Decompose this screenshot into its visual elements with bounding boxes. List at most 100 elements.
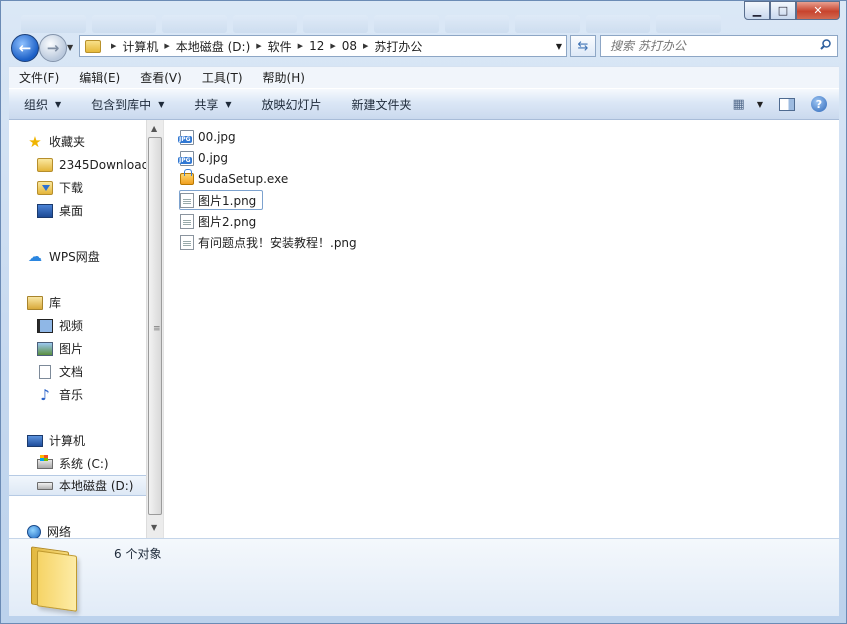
nav-label: 2345Downloads [59,157,146,172]
caption-buttons: ▁ □ ✕ [744,1,840,20]
nav-item-videos[interactable]: 视频 [37,315,83,336]
nav-scrollbar[interactable]: ▲ ≡ ▼ [146,120,163,538]
include-in-library-button[interactable]: 包含到库中 ▼ [76,96,179,113]
nav-libraries[interactable]: 库 [27,292,61,313]
minimize-button[interactable]: ▁ [744,1,770,20]
command-bar-right: ▦ ▼ ? [723,89,839,119]
breadcrumb-computer[interactable]: 计算机 [122,38,158,55]
nav-item-drive-d[interactable]: 本地磁盘 (D:) [9,475,146,496]
breadcrumb-08[interactable]: 08 [342,39,357,53]
slideshow-button[interactable]: 放映幻灯片 [247,96,337,113]
menu-file[interactable]: 文件(F) [9,69,69,86]
address-row: ← → ▼ ▶ 计算机 ▶ 本地磁盘 (D:) ▶ 软件 ▶ 12 ▶ 08 ▶… [9,31,839,62]
share-button[interactable]: 共享 ▼ [179,96,246,113]
file-name: 0.jpg [198,151,229,165]
arrow-left-icon: ← [18,39,32,57]
scrollbar-thumb[interactable]: ≡ [148,137,162,515]
nav-item-pictures[interactable]: 图片 [37,338,83,359]
library-icon [27,295,43,310]
nav-label: 网络 [47,525,72,538]
nav-label: 视频 [59,319,84,333]
folder-icon [85,39,101,53]
nav-wps-cloud[interactable]: ☁ WPS网盘 [27,246,100,267]
music-note-icon: ♪ [40,385,50,404]
grip-icon: ≡ [153,324,161,334]
organize-label: 组织 [24,97,49,112]
png-file-icon [180,234,194,250]
nav-label: 文档 [59,365,84,379]
back-button[interactable]: ← [11,34,39,62]
nav-label: 库 [49,296,62,310]
folder-large-icon [31,543,83,612]
refresh-icon: ⇆ [577,38,589,54]
breadcrumb-suda[interactable]: 苏打办公 [374,38,422,55]
menu-tools[interactable]: 工具(T) [192,69,253,86]
desktop-icon [37,203,53,218]
menu-edit[interactable]: 编辑(E) [69,69,130,86]
menu-view[interactable]: 查看(V) [130,69,192,86]
file-name: 图片1.png [198,193,257,208]
chevron-right-icon[interactable]: ▶ [111,42,116,50]
refresh-button[interactable]: ⇆ [570,35,596,57]
chevron-right-icon[interactable]: ▶ [363,42,368,50]
nav-item-music[interactable]: ♪ 音乐 [37,384,83,405]
maximize-button[interactable]: □ [770,1,796,20]
close-button[interactable]: ✕ [796,1,840,20]
nav-item-2345downloads[interactable]: 2345Downloads [37,154,146,175]
address-bar[interactable]: ▶ 计算机 ▶ 本地磁盘 (D:) ▶ 软件 ▶ 12 ▶ 08 ▶ 苏打办公 … [79,35,567,57]
scroll-down-icon[interactable]: ▼ [151,523,157,532]
file-name: SudaSetup.exe [198,172,289,186]
include-in-library-label: 包含到库中 [91,97,152,112]
document-icon [39,364,51,379]
chevron-right-icon[interactable]: ▶ [164,42,169,50]
chevron-right-icon[interactable]: ▶ [256,42,261,50]
nav-network[interactable]: 网络 [27,521,71,538]
chevron-right-icon[interactable]: ▶ [298,42,303,50]
file-item-tutorial-png[interactable]: 有问题点我！安装教程！.png [180,232,363,252]
nav-item-downloads[interactable]: 下载 [37,177,83,198]
nav-label: 下载 [59,181,84,195]
file-item-picture1-png[interactable]: 图片1.png [179,190,264,210]
downloads-folder-icon [37,180,53,195]
jpg-file-icon [178,150,194,166]
file-item-00-jpg[interactable]: 00.jpg [178,127,242,147]
view-grid-icon: ▦ [732,96,745,112]
file-name: 图片2.png [198,214,257,229]
nav-item-documents[interactable]: 文档 [37,361,83,382]
caret-down-icon: ▼ [158,99,165,109]
breadcrumb-12[interactable]: 12 [309,39,324,53]
chevron-right-icon[interactable]: ▶ [330,42,335,50]
file-item-0-jpg[interactable]: 0.jpg [178,148,234,168]
nav-label: 图片 [59,342,84,356]
star-icon: ★ [28,132,42,151]
breadcrumb-software[interactable]: 软件 [268,38,292,55]
system-drive-icon [37,454,53,469]
arrow-right-icon: → [46,39,60,57]
scroll-up-icon[interactable]: ▲ [151,124,157,133]
nav-item-drive-c[interactable]: 系统 (C:) [37,453,109,474]
search-input[interactable] [610,39,810,53]
command-bar: 组织 ▼ 包含到库中 ▼ 共享 ▼ 放映幻灯片 新建文件夹 ▦ ▼ ? [9,88,839,120]
organize-button[interactable]: 组织 ▼ [9,96,76,113]
drive-icon [37,481,53,490]
help-icon[interactable]: ? [811,96,827,112]
nav-computer[interactable]: 计算机 [27,430,85,451]
breadcrumb-drive-d[interactable]: 本地磁盘 (D:) [176,38,250,55]
new-folder-button[interactable]: 新建文件夹 [337,96,427,113]
nav-label: 本地磁盘 (D:) [59,479,134,493]
address-dropdown-icon[interactable]: ▼ [556,42,562,51]
change-view-button[interactable]: ▦ ▼ [723,97,773,112]
file-item-picture2-png[interactable]: 图片2.png [180,211,262,231]
explorer-window: ▁ □ ✕ ← → ▼ ▶ 计算机 ▶ 本地磁盘 (D:) ▶ 软件 ▶ 12 … [0,0,847,624]
nav-item-desktop[interactable]: 桌面 [37,200,83,221]
preview-pane-icon[interactable] [779,97,795,111]
cloud-icon: ☁ [28,248,42,265]
caret-down-icon: ▼ [225,99,232,109]
menu-help[interactable]: 帮助(H) [253,69,315,86]
search-icon[interactable] [820,39,831,50]
forward-button[interactable]: → [39,34,67,62]
nav-favorites[interactable]: ★ 收藏夹 [27,131,85,152]
history-dropdown-icon[interactable]: ▼ [67,43,73,52]
search-box[interactable] [600,35,838,57]
file-item-sudasetup-exe[interactable]: SudaSetup.exe [180,169,294,189]
